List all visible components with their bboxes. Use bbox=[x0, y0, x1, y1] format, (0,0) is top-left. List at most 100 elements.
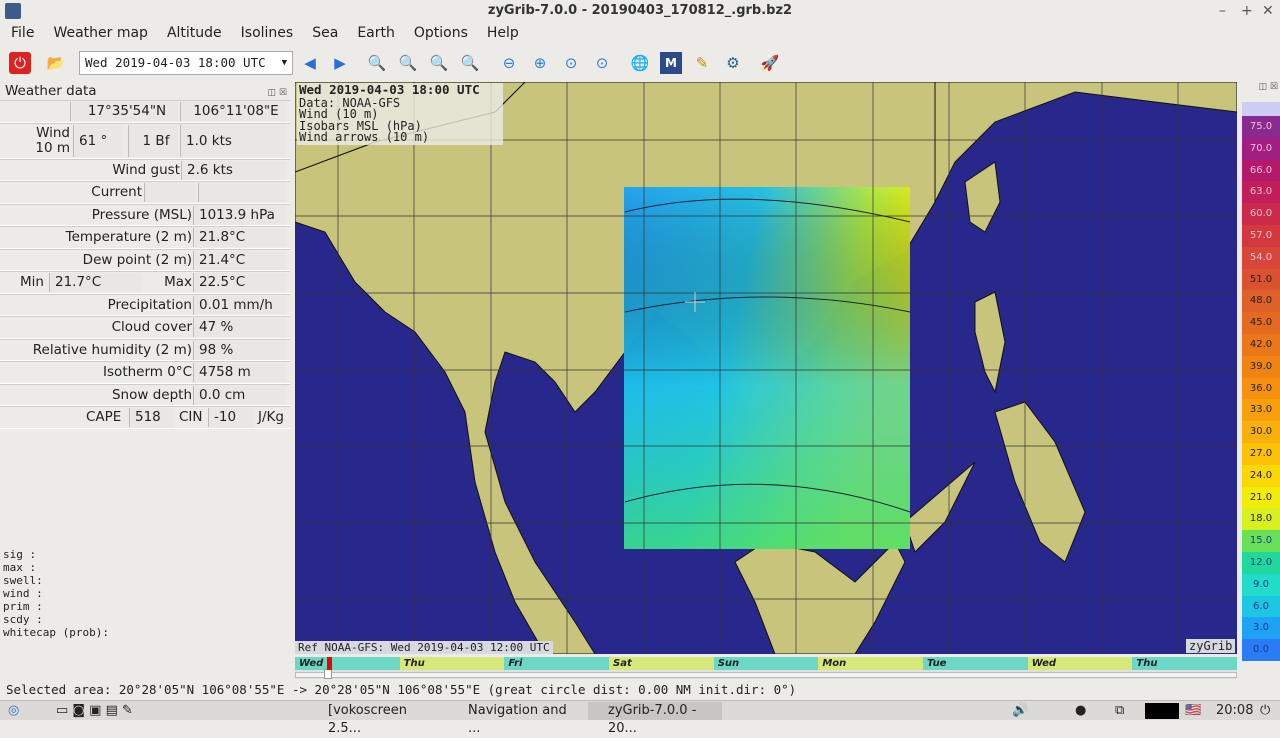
zoom-in-icon[interactable]: 🔍 bbox=[366, 52, 388, 74]
toolbar: ⏻ 📂 Wed 2019-04-03 18:00 UTC ▼ ◀ ▶ 🔍 🔍 🔍 … bbox=[0, 48, 1280, 78]
current-label: Current bbox=[91, 184, 142, 200]
time-slider-handle[interactable] bbox=[324, 669, 333, 679]
menu-help[interactable]: Help bbox=[476, 22, 527, 46]
date-select[interactable]: Wed 2019-04-03 18:00 UTC ▼ bbox=[79, 51, 293, 75]
task-vokoscreen[interactable]: [vokoscreen 2.5... bbox=[308, 702, 442, 736]
color-scale-buttons[interactable]: ◫ ☒ bbox=[1242, 82, 1280, 102]
menu-altitude[interactable]: Altitude bbox=[156, 22, 230, 46]
latitude-value: 17°35'54"N bbox=[70, 102, 178, 121]
close-panel-icon[interactable]: ☒ bbox=[279, 88, 287, 98]
pan-up-icon[interactable]: ⊙ bbox=[560, 52, 582, 74]
menu-earth[interactable]: Earth bbox=[346, 22, 403, 46]
previous-step-icon[interactable]: ◀ bbox=[299, 52, 321, 74]
next-step-icon[interactable]: ▶ bbox=[329, 52, 351, 74]
meteotable-icon[interactable]: M bbox=[660, 52, 682, 74]
close-button[interactable]: ✕ bbox=[1262, 0, 1274, 22]
minimize-button[interactable]: – bbox=[1219, 0, 1226, 22]
isotherm-label: Isotherm 0°C bbox=[103, 364, 192, 380]
task-zygrib[interactable]: zyGrib-7.0.0 - 20... bbox=[588, 702, 722, 736]
max-label: Max bbox=[164, 274, 192, 290]
settings-icon[interactable]: ⚙ bbox=[722, 52, 744, 74]
float-icon[interactable]: ◫ bbox=[268, 88, 277, 98]
temperature-label: Temperature (2 m) bbox=[65, 229, 192, 245]
cape-unit: J/Kg bbox=[258, 409, 284, 425]
min-value: 21.7°C bbox=[49, 273, 141, 292]
cloud-cover-value: 47 % bbox=[193, 318, 286, 337]
time-slider[interactable] bbox=[295, 669, 1237, 679]
zoom-all-icon[interactable]: 🔍 bbox=[459, 52, 481, 74]
dew-point-value: 21.4°C bbox=[193, 250, 286, 270]
timeline-day[interactable]: Wed bbox=[1027, 657, 1133, 670]
chevron-down-icon: ▼ bbox=[281, 58, 287, 68]
longitude-value: 106°11'08"E bbox=[180, 102, 286, 121]
start-menu-icon[interactable]: ◎ bbox=[8, 702, 19, 720]
rocket-icon[interactable]: 🚀 bbox=[759, 52, 781, 74]
color-scale-cell: 51.0 bbox=[1242, 268, 1280, 291]
power-off-icon[interactable]: ⏻ bbox=[1260, 702, 1270, 720]
timeline-day[interactable]: Fri bbox=[504, 657, 610, 670]
sea-line: swell: bbox=[3, 574, 43, 587]
color-scale-cell: 54.0 bbox=[1242, 246, 1280, 269]
precipitation-label: Precipitation bbox=[107, 296, 192, 313]
network-icon[interactable]: ⧉ bbox=[1115, 702, 1124, 720]
cape-label: CAPE bbox=[86, 409, 122, 425]
cin-value: -10 bbox=[208, 408, 254, 427]
timeline[interactable]: Wed Thu Fri Sat Sun Mon Tue Wed Thu bbox=[295, 657, 1238, 679]
color-scale: ◫ ☒ 75.0 70.0 66.0 63.0 60.0 57.0 54.0 51.0 48.0… bbox=[1242, 82, 1280, 672]
map-svg bbox=[295, 82, 1237, 654]
color-scale-cell: 45.0 bbox=[1242, 312, 1280, 334]
timeline-day[interactable]: Mon bbox=[818, 657, 924, 670]
status-bar: Selected area: 20°28'05"N 106°08'55"E ->… bbox=[6, 682, 797, 697]
sea-line: wind : bbox=[3, 587, 43, 600]
app-icon bbox=[5, 3, 21, 19]
wind-gust-value: 2.6 kts bbox=[181, 160, 286, 180]
timeline-day[interactable]: Wed bbox=[295, 657, 400, 670]
menu-weather-map[interactable]: Weather map bbox=[42, 22, 156, 46]
snow-depth-value: 0.0 cm bbox=[193, 385, 286, 405]
task-navigation[interactable]: Navigation and ... bbox=[448, 702, 582, 736]
cin-label: CIN bbox=[179, 409, 203, 425]
sea-line: scdy : bbox=[3, 613, 43, 626]
map-canvas[interactable] bbox=[295, 82, 1237, 654]
timeline-day[interactable]: Sat bbox=[609, 657, 714, 670]
humidity-value: 98 % bbox=[193, 340, 286, 360]
sea-line: sig : bbox=[3, 548, 37, 561]
color-scale-cell: 12.0 bbox=[1242, 551, 1280, 574]
power-icon[interactable]: ⏻ bbox=[9, 52, 31, 74]
current-value-2 bbox=[198, 183, 286, 202]
zoom-selection-icon[interactable]: 🔍 bbox=[428, 52, 450, 74]
maximize-button[interactable]: + bbox=[1241, 0, 1253, 22]
pan-right-icon[interactable]: ⊕ bbox=[529, 52, 551, 74]
keyboard-flag-icon[interactable]: 🇺🇸 bbox=[1185, 702, 1201, 720]
timeline-day[interactable]: Thu bbox=[1132, 657, 1238, 670]
max-value: 22.5°C bbox=[193, 273, 286, 292]
pan-down-icon[interactable]: ⊙ bbox=[591, 52, 613, 74]
color-scale-cell: 24.0 bbox=[1242, 464, 1280, 487]
menu-sea[interactable]: Sea bbox=[301, 22, 346, 46]
color-scale-cell: 48.0 bbox=[1242, 290, 1280, 313]
date-select-value: Wed 2019-04-03 18:00 UTC bbox=[85, 55, 266, 70]
legend-arrows: Wind arrows (10 m) bbox=[299, 130, 430, 144]
timeline-day[interactable]: Thu bbox=[399, 657, 505, 670]
reference-date: Ref NOAA-GFS: Wed 2019-04-03 12:00 UTC bbox=[295, 641, 553, 654]
menu-file[interactable]: File bbox=[0, 22, 42, 46]
color-scale-cell: 30.0 bbox=[1242, 421, 1280, 443]
timeline-day[interactable]: Tue bbox=[923, 657, 1028, 670]
volume-icon[interactable]: 🔊 bbox=[1012, 702, 1028, 720]
globe-icon[interactable]: 🌐 bbox=[629, 52, 651, 74]
menu-options[interactable]: Options bbox=[403, 22, 476, 46]
record-icon[interactable]: ● bbox=[1075, 702, 1086, 720]
timeline-day[interactable]: Sun bbox=[713, 657, 819, 670]
pan-left-icon[interactable]: ⊖ bbox=[498, 52, 520, 74]
wind-direction: 61 ° bbox=[73, 124, 123, 157]
map-legend: Wed 2019-04-03 18:00 UTC Data: NOAA-GFS … bbox=[297, 83, 503, 145]
quick-launch-icons[interactable]: ▭ ◙ ▣ ▤ ✎ bbox=[56, 702, 133, 720]
current-value bbox=[144, 183, 196, 202]
menu-isolines[interactable]: Isolines bbox=[230, 22, 302, 46]
zoom-out-icon[interactable]: 🔍 bbox=[397, 52, 419, 74]
color-scale-cell: 63.0 bbox=[1242, 181, 1280, 204]
color-scale-cell: 75.0 bbox=[1242, 116, 1280, 138]
open-folder-icon[interactable]: 📂 bbox=[45, 52, 67, 74]
measure-icon[interactable]: ✎ bbox=[691, 52, 713, 74]
color-scale-cell: 60.0 bbox=[1242, 203, 1280, 225]
